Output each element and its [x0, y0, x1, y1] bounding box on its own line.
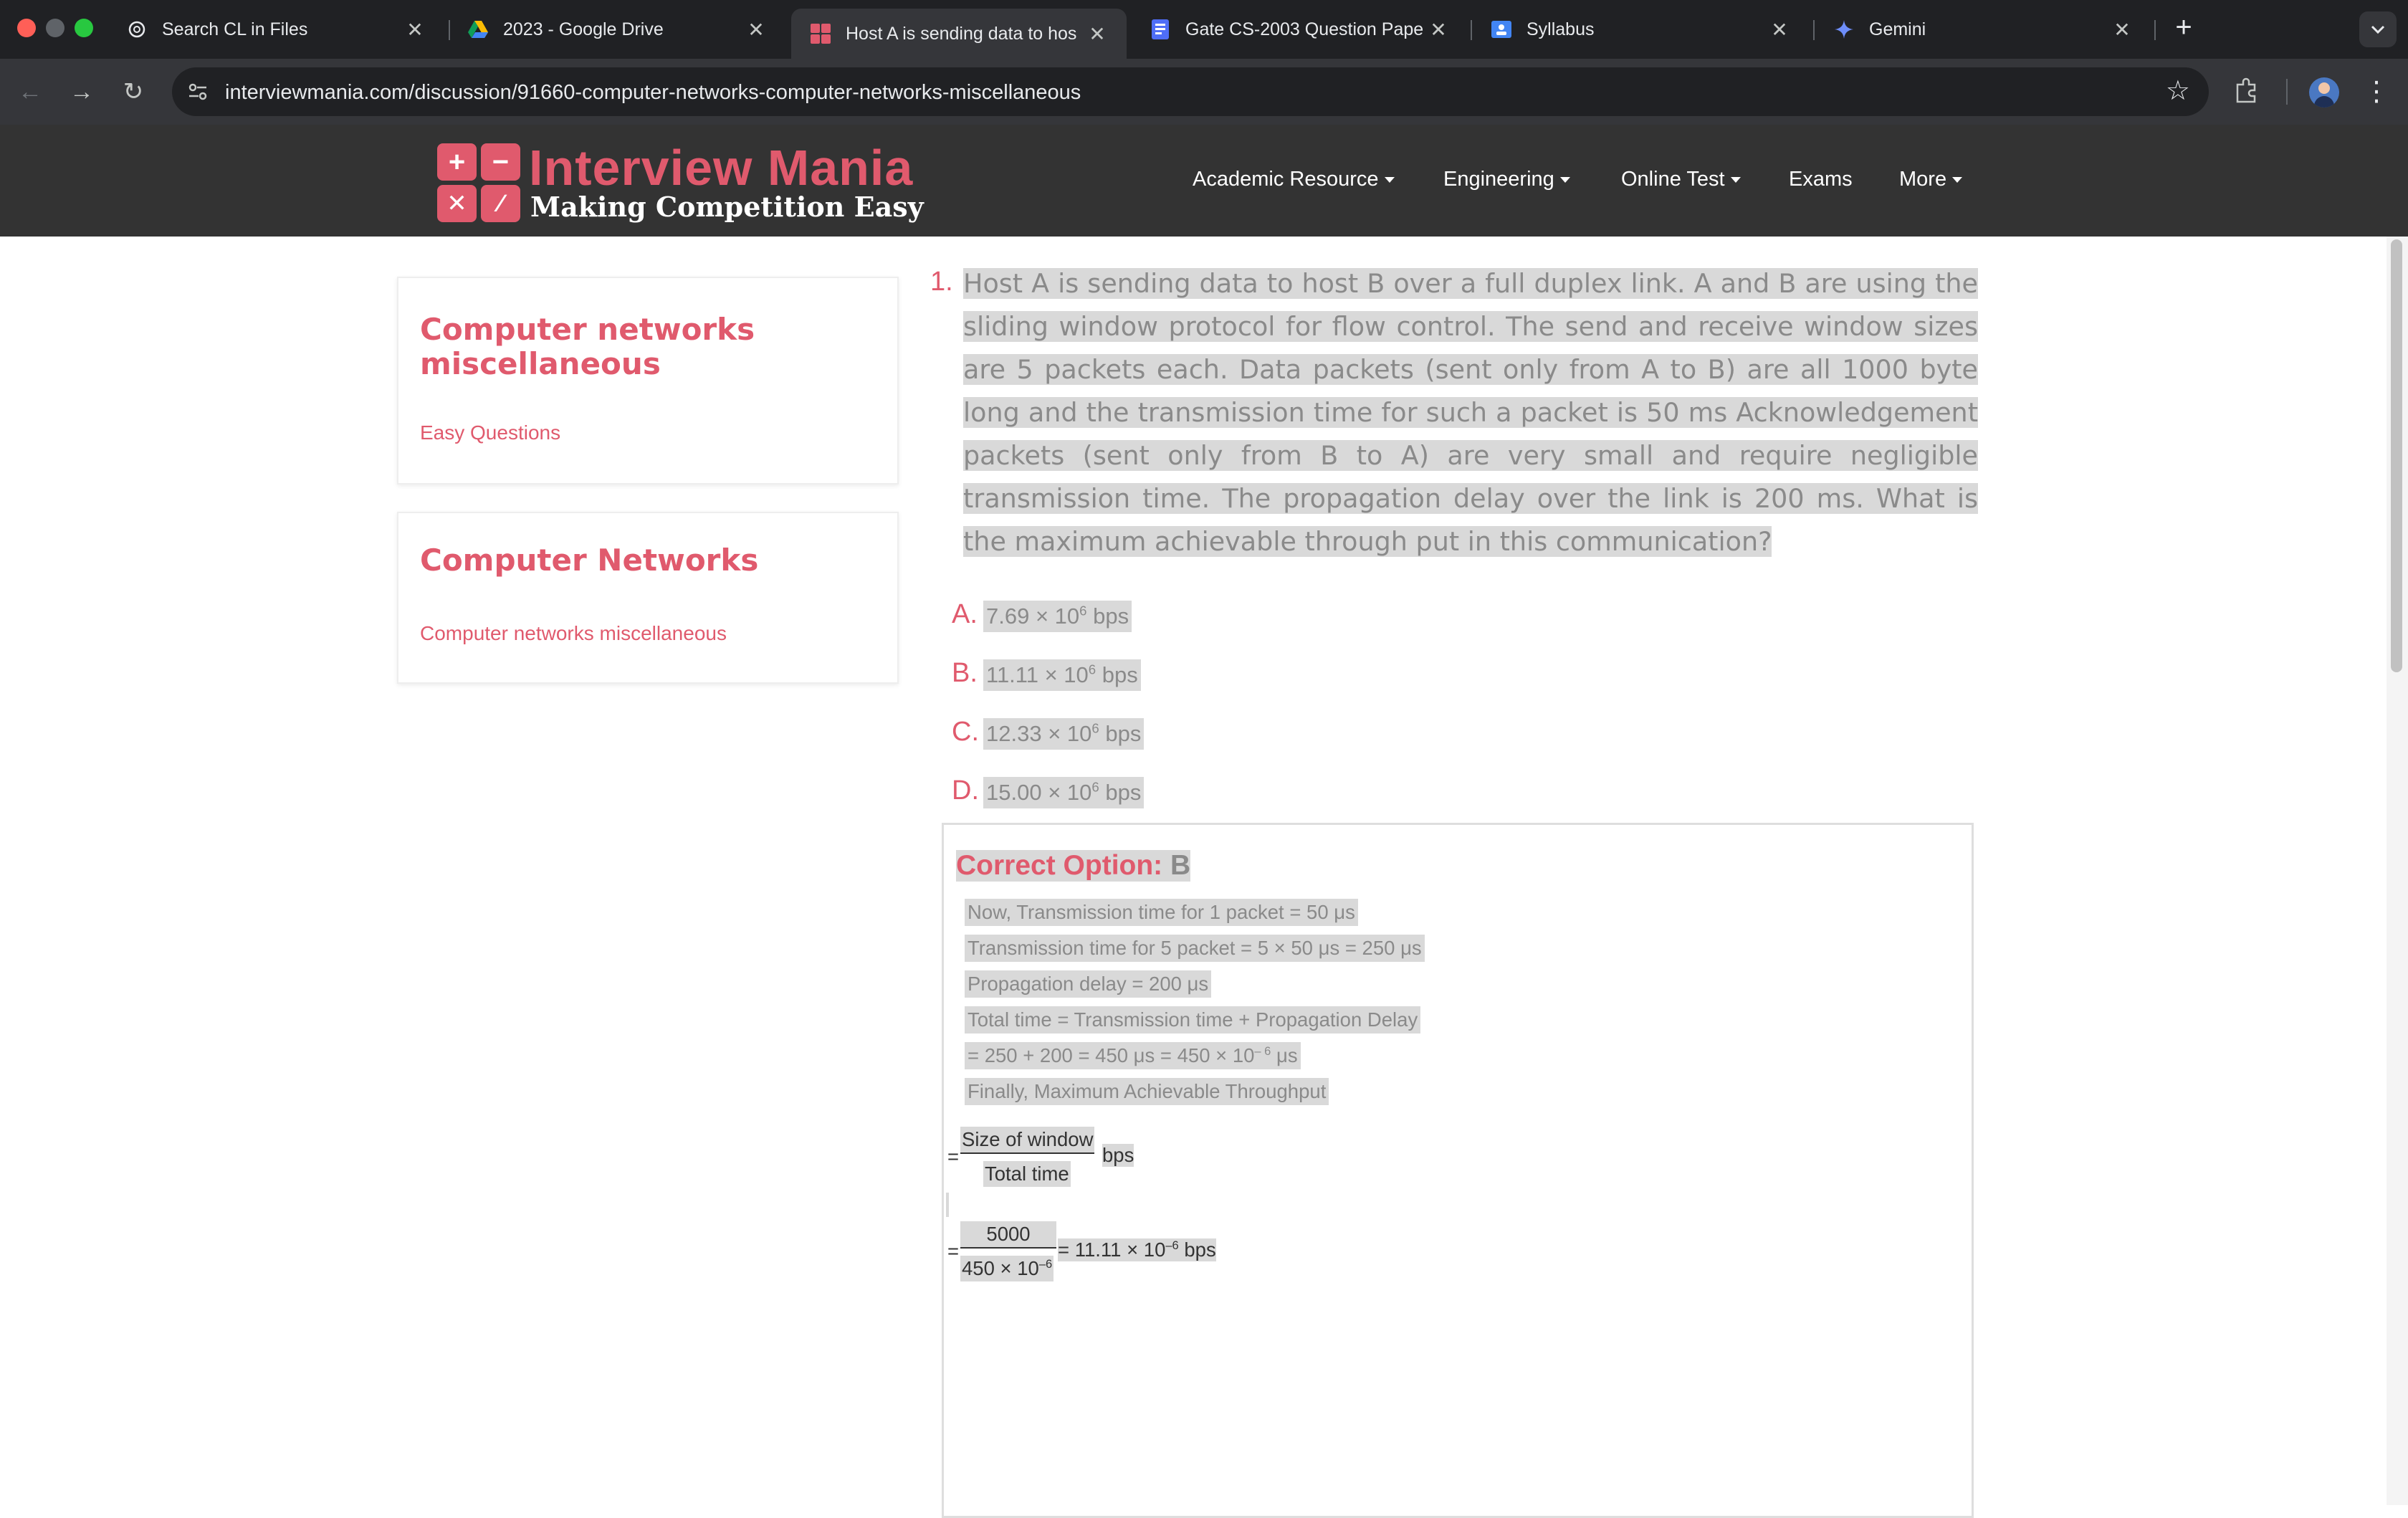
dropdown-caret-icon: [1730, 177, 1741, 183]
forward-icon[interactable]: →: [63, 73, 100, 110]
document-icon: [1150, 19, 1171, 40]
option-letter[interactable]: D.: [952, 775, 979, 806]
close-tab-icon[interactable]: ✕: [1769, 18, 1790, 42]
close-tab-icon[interactable]: ✕: [1086, 22, 1108, 46]
classroom-icon: [1491, 19, 1512, 40]
option-a[interactable]: 7.69 × 106 bps: [983, 601, 1132, 632]
solution-line: Transmission time for 5 packet = 5 × 50 …: [965, 935, 1425, 962]
browser-tab-active[interactable]: Host A is sending data to hos ✕: [791, 9, 1127, 59]
openai-icon: [126, 19, 148, 40]
question-text: Host A is sending data to host B over a …: [963, 268, 1978, 557]
site-header: + − ✕ ∕ Interview Mania Making Competiti…: [0, 125, 2408, 237]
minimize-window-button[interactable]: [46, 19, 64, 37]
browser-tab[interactable]: Syllabus ✕: [1472, 9, 1809, 50]
extensions-icon[interactable]: [2232, 76, 2260, 108]
solution-line: Propagation delay = 200 μs: [965, 970, 1212, 998]
fraction-denominator: 450 × 10–6: [960, 1256, 1054, 1281]
chevron-down-icon: [2371, 25, 2385, 34]
browser-tab[interactable]: Gemini ✕: [1815, 9, 2151, 50]
sidebar-link-easy-questions[interactable]: Easy Questions: [420, 421, 560, 444]
close-tab-icon[interactable]: ✕: [745, 18, 767, 42]
browser-tab[interactable]: Gate CS-2003 Question Pape ✕: [1131, 9, 1468, 50]
solution-line: Now, Transmission time for 1 packet = 50…: [965, 899, 1358, 926]
sidebar-link-networks-misc[interactable]: Computer networks miscellaneous: [420, 622, 727, 645]
interviewmania-icon: [810, 23, 831, 44]
option-letter[interactable]: A.: [952, 599, 978, 630]
nav-online-test[interactable]: Online Test: [1621, 168, 1741, 191]
equation-prefix: =: [947, 1145, 960, 1168]
site-logo-icon[interactable]: + − ✕ ∕: [437, 143, 523, 222]
tab-title: Gemini: [1869, 19, 1926, 39]
question-number: 1.: [930, 267, 953, 297]
browser-tab[interactable]: Search CL in Files ✕: [108, 9, 444, 50]
dropdown-caret-icon: [1559, 177, 1570, 183]
option-b[interactable]: 11.11 × 106 bps: [983, 659, 1141, 691]
tab-title: 2023 - Google Drive: [503, 19, 664, 39]
option-c[interactable]: 12.33 × 106 bps: [983, 718, 1145, 750]
close-tab-icon[interactable]: ✕: [2111, 18, 2133, 42]
reload-icon[interactable]: ↻: [115, 73, 152, 110]
close-window-button[interactable]: [17, 19, 36, 37]
tab-title: Host A is sending data to hos: [846, 23, 1077, 44]
throughput-result: = 11.11 × 10–6 bps: [1058, 1238, 1216, 1261]
tab-title: Syllabus: [1526, 19, 1595, 39]
back-icon[interactable]: ←: [11, 73, 49, 110]
tab-title: Gate CS-2003 Question Pape: [1185, 19, 1424, 39]
new-tab-icon[interactable]: +: [2166, 11, 2202, 44]
fraction-numerator: 5000: [960, 1221, 1056, 1249]
solution-line: Finally, Maximum Achievable Throughput: [965, 1078, 1329, 1105]
url-text: interviewmania.com/discussion/91660-comp…: [225, 81, 1081, 104]
solution-line: Total time = Transmission time + Propaga…: [965, 1006, 1421, 1034]
equation-prefix: =: [947, 1240, 960, 1262]
answer-explanation-box: [942, 823, 1974, 1518]
fraction-numerator: Size of window: [960, 1127, 1095, 1154]
sidebar-card-title: Computer networks miscellaneous: [420, 312, 755, 381]
sidebar-card-topic: Computer networks miscellaneous Easy Que…: [397, 277, 899, 484]
dropdown-caret-icon: [1384, 177, 1395, 183]
nav-exams[interactable]: Exams: [1789, 168, 1853, 191]
option-letter[interactable]: C.: [952, 717, 979, 748]
nav-engineering[interactable]: Engineering: [1443, 168, 1570, 191]
bookmark-star-icon[interactable]: ☆: [2166, 75, 2190, 107]
equation-unit: bps: [1102, 1144, 1134, 1167]
tab-search-button[interactable]: [2359, 11, 2397, 47]
address-bar[interactable]: interviewmania.com/discussion/91660-comp…: [172, 67, 2209, 116]
nav-academic-resource[interactable]: Academic Resource: [1193, 168, 1395, 191]
solution-line: = 250 + 200 = 450 μs = 450 × 10– 6 μs: [965, 1042, 1301, 1069]
correct-option-label: Correct Option: B: [956, 850, 1191, 882]
sidebar-card-category: Computer Networks Computer networks misc…: [397, 512, 899, 684]
google-drive-icon: [467, 19, 489, 40]
nav-more[interactable]: More: [1899, 168, 1963, 191]
browser-tab-bar: Search CL in Files ✕ 2023 - Google Drive…: [0, 0, 2408, 59]
close-tab-icon[interactable]: ✕: [1428, 18, 1449, 42]
browser-tab[interactable]: 2023 - Google Drive ✕: [449, 9, 785, 50]
profile-avatar[interactable]: [2309, 77, 2339, 108]
page-scrollbar[interactable]: [2386, 237, 2408, 1505]
browser-toolbar: ← → ↻ interviewmania.com/discussion/9166…: [0, 59, 2408, 125]
option-letter[interactable]: B.: [952, 658, 978, 689]
maximize-window-button[interactable]: [75, 19, 93, 37]
sidebar-card-title: Computer Networks: [420, 543, 759, 578]
more-options-icon[interactable]: ⋮: [2362, 73, 2391, 110]
close-tab-icon[interactable]: ✕: [404, 18, 426, 42]
gemini-icon: [1833, 19, 1855, 40]
tab-title: Search CL in Files: [162, 19, 308, 39]
scrollbar-thumb[interactable]: [2391, 239, 2402, 672]
option-d[interactable]: 15.00 × 106 bps: [983, 777, 1145, 808]
site-logo-tagline: Making Competition Easy: [530, 191, 924, 223]
fraction-denominator: Total time: [983, 1161, 1071, 1187]
site-settings-icon[interactable]: [186, 80, 209, 107]
site-logo-title[interactable]: Interview Mania: [529, 139, 913, 196]
dropdown-caret-icon: [1952, 177, 1963, 183]
